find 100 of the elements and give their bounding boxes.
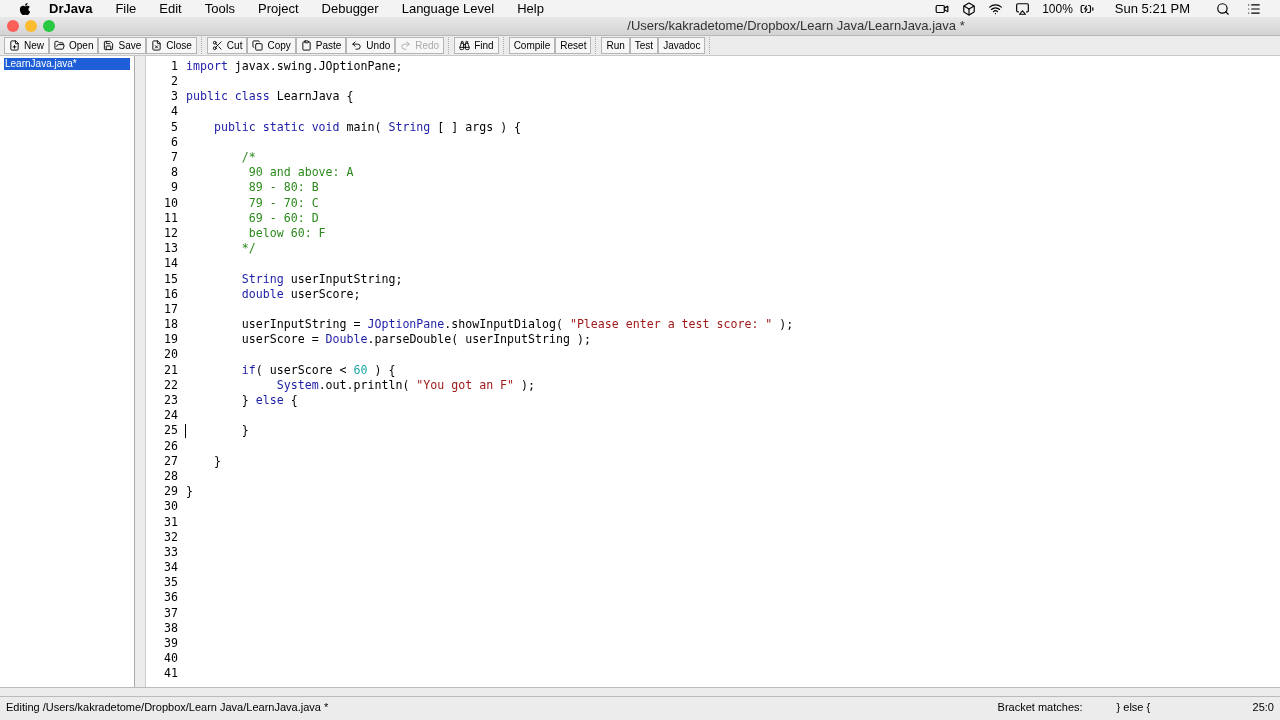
line-number: 37 <box>163 604 178 622</box>
line-number: 33 <box>163 543 178 561</box>
code-line: } else { <box>240 392 298 410</box>
menu-clock[interactable]: Sun 5:21 PM <box>1114 0 1190 19</box>
code-line: System.out.println( "You got an F" ); <box>275 377 536 394</box>
line-number: 21 <box>163 361 178 379</box>
code-line: userScore = Double.parseDouble( userInputString ); <box>240 331 591 349</box>
toolbar-button[interactable]: Test <box>629 37 659 54</box>
line-number: 23 <box>163 392 178 410</box>
code-line: } <box>240 422 249 440</box>
line-number: 7 <box>170 149 178 167</box>
menu-item[interactable]: Debugger <box>321 0 379 19</box>
code-line: userInputString = JOptionPane.showInputDialog( "Please enter a test score: " ); <box>240 316 794 334</box>
new-file-icon <box>9 40 20 51</box>
code-line: 79 - 70: C <box>247 194 319 212</box>
line-number: 4 <box>170 103 178 121</box>
line-number: 26 <box>163 437 178 455</box>
line-number: 28 <box>163 467 178 485</box>
toolbar-button[interactable]: Copy <box>247 37 296 54</box>
line-number: 20 <box>163 346 178 364</box>
save-icon <box>103 40 115 51</box>
code-line: 69 - 60: D <box>247 209 319 227</box>
toolbar-button[interactable]: New <box>4 37 49 54</box>
line-number: 8 <box>170 164 178 182</box>
line-number: 15 <box>163 270 178 288</box>
battery-percentage: 100% <box>1042 0 1073 18</box>
undo-icon <box>351 40 363 51</box>
list-icon[interactable] <box>1246 1 1262 16</box>
line-number: 11 <box>163 209 178 227</box>
menu-item[interactable]: Help <box>517 0 544 19</box>
toolbar-button[interactable]: Reset <box>555 37 592 54</box>
redo-icon <box>400 40 412 51</box>
search-icon[interactable] <box>1216 1 1230 16</box>
code-line: 90 and above: A <box>247 164 354 182</box>
line-number: 12 <box>163 224 178 242</box>
code-line: String userInputString; <box>240 270 403 288</box>
close-file-icon <box>151 40 163 51</box>
menu-item[interactable]: Project <box>258 0 299 19</box>
code-line: public class LearnJava { <box>186 88 354 106</box>
toolbar-button[interactable]: Open <box>49 37 99 54</box>
menu-item[interactable]: Language Level <box>401 0 495 19</box>
code-line: } <box>186 483 193 501</box>
apple-icon[interactable] <box>18 1 32 16</box>
line-number: 16 <box>163 285 178 303</box>
bracket-value: } else { <box>1116 699 1152 715</box>
toolbar-button[interactable]: Find <box>454 37 499 54</box>
line-number: 19 <box>163 331 178 349</box>
line-number: 30 <box>163 498 178 516</box>
line-number: 24 <box>163 407 178 425</box>
line-number: 17 <box>163 300 178 318</box>
line-number: 39 <box>163 635 178 653</box>
clipboard-icon <box>300 40 312 51</box>
copy-icon <box>252 40 264 51</box>
line-number: 9 <box>170 179 178 197</box>
code-line: /* <box>240 149 256 167</box>
line-number: 36 <box>163 589 178 607</box>
window-title: /Users/kakradetome/Dropbox/Learn Java/LearnJava.java * <box>627 17 965 36</box>
line-number: 41 <box>163 665 178 683</box>
code-line: double userScore; <box>240 286 361 303</box>
line-number: 5 <box>170 118 178 136</box>
scissors-icon <box>211 40 223 51</box>
code-line: below 60: F <box>247 224 326 242</box>
box-icon[interactable] <box>962 1 977 16</box>
toolbar-button[interactable]: Undo <box>346 37 396 54</box>
line-number: 32 <box>163 528 178 546</box>
line-number: 29 <box>163 483 178 501</box>
airplay-icon[interactable] <box>1015 1 1031 16</box>
wifi-icon[interactable] <box>988 1 1004 16</box>
code-line: 89 - 80: B <box>247 179 319 197</box>
line-number: 13 <box>163 240 178 258</box>
bracket-label: Bracket matches: <box>997 699 1083 715</box>
toolbar-button[interactable]: Run <box>601 37 630 54</box>
line-number: 3 <box>170 88 178 106</box>
line-number: 31 <box>163 513 178 531</box>
folder-icon <box>54 40 65 51</box>
toolbar-button[interactable]: Cut <box>206 37 248 54</box>
toolbar-button[interactable]: Save <box>98 37 147 54</box>
code-line: import javax.swing.JOptionPane; <box>186 57 403 75</box>
line-number: 2 <box>170 73 178 91</box>
line-number: 27 <box>163 452 178 470</box>
line-number: 25 <box>163 422 178 440</box>
toolbar-button[interactable]: Close <box>146 37 197 54</box>
line-number: 18 <box>163 316 178 334</box>
line-number: 14 <box>163 255 178 273</box>
toolbar-button[interactable]: Compile <box>508 37 556 54</box>
line-number: 22 <box>163 376 178 394</box>
menu-item[interactable]: File <box>115 0 137 19</box>
line-number: 6 <box>170 133 178 151</box>
menu-item[interactable]: Tools <box>204 0 236 19</box>
code-line: public static void main( String [ ] args ) { <box>212 118 522 136</box>
cursor-position: 25:0 <box>1252 699 1274 715</box>
toolbar-button[interactable]: Paste <box>295 37 347 54</box>
code-line: */ <box>240 240 256 258</box>
menu-item[interactable]: Edit <box>159 0 182 19</box>
app-menu[interactable]: DrJava <box>49 0 93 19</box>
document-item[interactable]: LearnJava.java* <box>4 58 130 70</box>
binoculars-icon <box>459 40 471 51</box>
toolbar-button[interactable]: Javadoc <box>658 37 706 54</box>
line-number: 10 <box>163 194 178 212</box>
code-line: } <box>212 452 221 470</box>
